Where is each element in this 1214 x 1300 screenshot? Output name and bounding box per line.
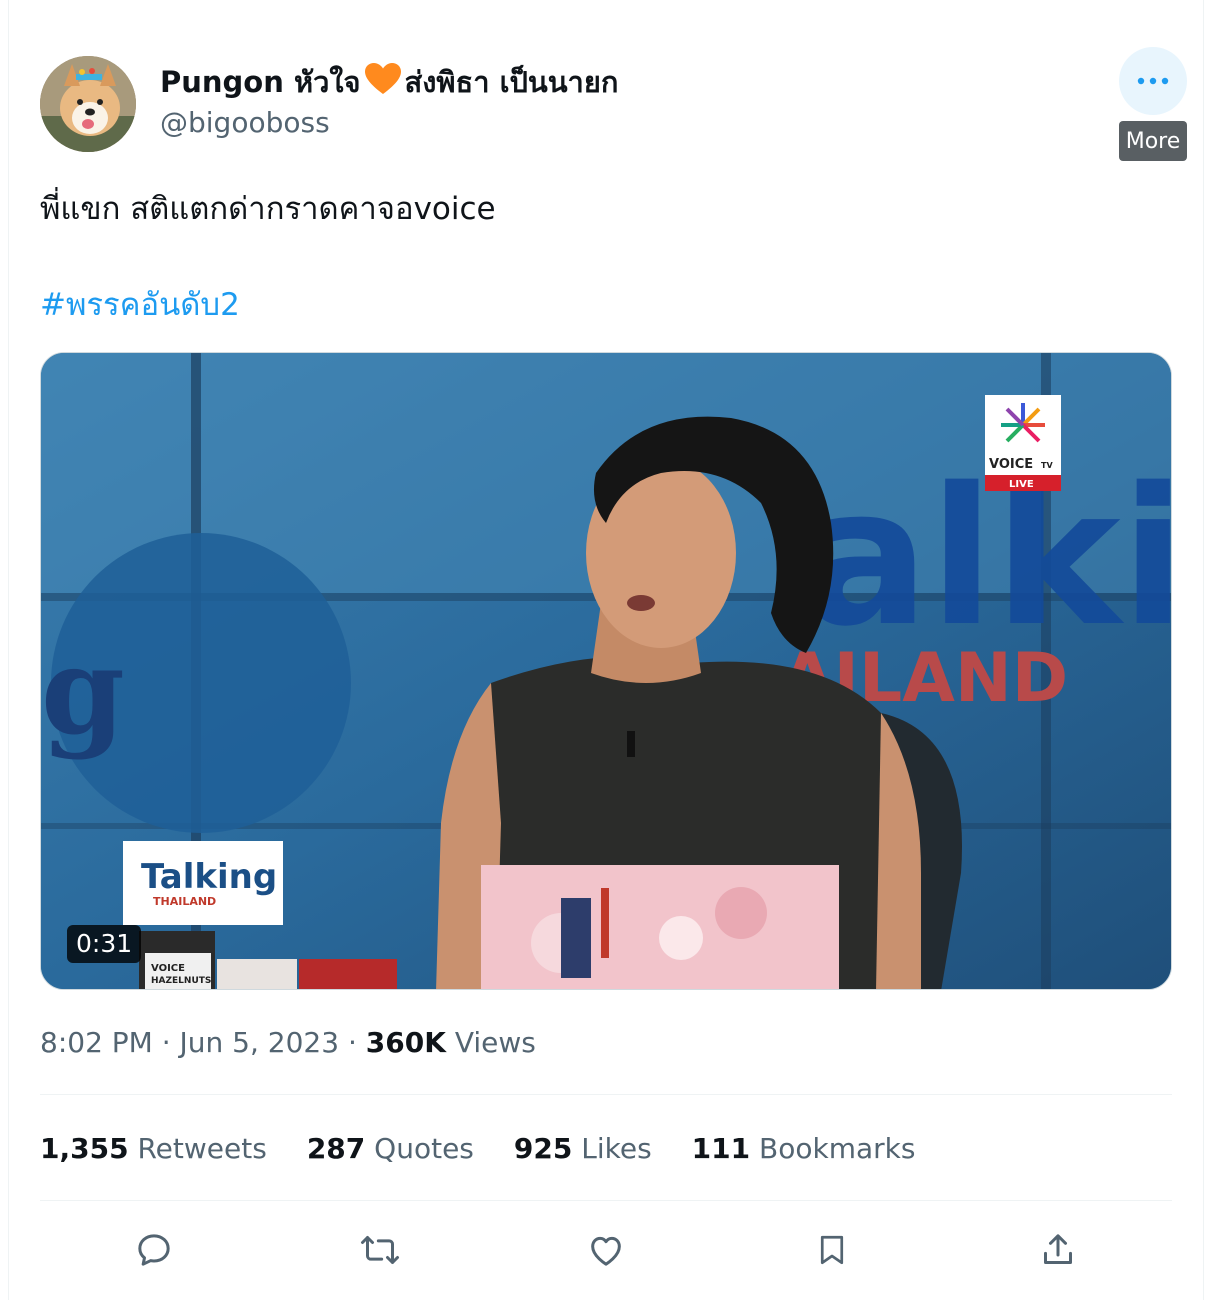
more-button[interactable] (1119, 47, 1187, 115)
like-button[interactable] (578, 1222, 634, 1278)
share-icon (1044, 1234, 1072, 1264)
hashtag-link[interactable]: #พรรคอันดับ2 (40, 284, 240, 326)
orange-heart-icon (364, 63, 401, 105)
live-badge-text: LIVE (1009, 479, 1034, 490)
svg-text:g: g (41, 621, 125, 762)
share-button[interactable] (1030, 1222, 1086, 1278)
display-name-text-2: ส่งพิธา เป็นนายก (404, 65, 619, 99)
bookmark-icon (820, 1235, 844, 1265)
likes-label: Likes (581, 1132, 652, 1165)
bookmarks-count: 111 (691, 1132, 751, 1165)
quotes-label: Quotes (374, 1132, 474, 1165)
video-duration: 0:31 (67, 925, 142, 963)
views-label: Views (454, 1026, 536, 1059)
likes-count: 925 (513, 1132, 573, 1165)
display-name-text: Pungon หัวใจ (160, 65, 361, 99)
bookmark-button[interactable] (804, 1222, 860, 1278)
engagement-stats: 1,355 Retweets 287 Quotes 925 Likes 111 … (40, 1128, 955, 1170)
action-bar (40, 1222, 1172, 1278)
retweets-stat[interactable]: 1,355 Retweets (40, 1128, 267, 1170)
display-name[interactable]: Pungon หัวใจ ส่งพิธา เป็นนายก (160, 62, 618, 105)
video-thumbnail: g alki AILAND VOICE HAZELNUTS Talking TH… (41, 353, 1171, 989)
talking-logo-sub: THAILAND (153, 895, 216, 908)
svg-text:VOICE: VOICE (151, 963, 185, 974)
divider (40, 1200, 1172, 1201)
talking-logo-text: Talking (141, 857, 277, 897)
retweets-label: Retweets (137, 1132, 267, 1165)
like-icon (591, 1236, 621, 1266)
retweets-count: 1,355 (40, 1132, 129, 1165)
quotes-count: 287 (306, 1132, 366, 1165)
bookmarks-stat[interactable]: 111 Bookmarks (692, 1128, 916, 1170)
tweet-time[interactable]: 8:02 PM (40, 1026, 153, 1059)
quotes-stat[interactable]: 287 Quotes (307, 1128, 474, 1170)
retweet-icon (361, 1236, 399, 1264)
more-dots-icon (1137, 77, 1169, 85)
tweet-date[interactable]: Jun 5, 2023 (180, 1026, 340, 1059)
views-count: 360K (365, 1026, 446, 1059)
channel-tv-text: TV (1041, 461, 1053, 470)
retweet-button[interactable] (352, 1222, 408, 1278)
more-tooltip: More (1119, 121, 1187, 161)
svg-text:HAZELNUTS: HAZELNUTS (151, 976, 211, 986)
tweet-text: พี่แขก สติแตกด่ากราดคาจอvoice (40, 191, 496, 227)
divider (40, 1094, 1172, 1095)
handle[interactable]: @bigooboss (160, 103, 330, 143)
video-player[interactable]: g alki AILAND VOICE HAZELNUTS Talking TH… (40, 352, 1172, 990)
reply-button[interactable] (126, 1222, 182, 1278)
bookmarks-label: Bookmarks (759, 1132, 916, 1165)
reply-icon (138, 1234, 170, 1266)
channel-text: VOICE (989, 457, 1033, 472)
avatar[interactable] (40, 56, 136, 152)
likes-stat[interactable]: 925 Likes (514, 1128, 652, 1170)
avatar-image (40, 56, 136, 152)
tweet-meta: 8:02 PM · Jun 5, 2023 · 360K Views (40, 1026, 536, 1059)
